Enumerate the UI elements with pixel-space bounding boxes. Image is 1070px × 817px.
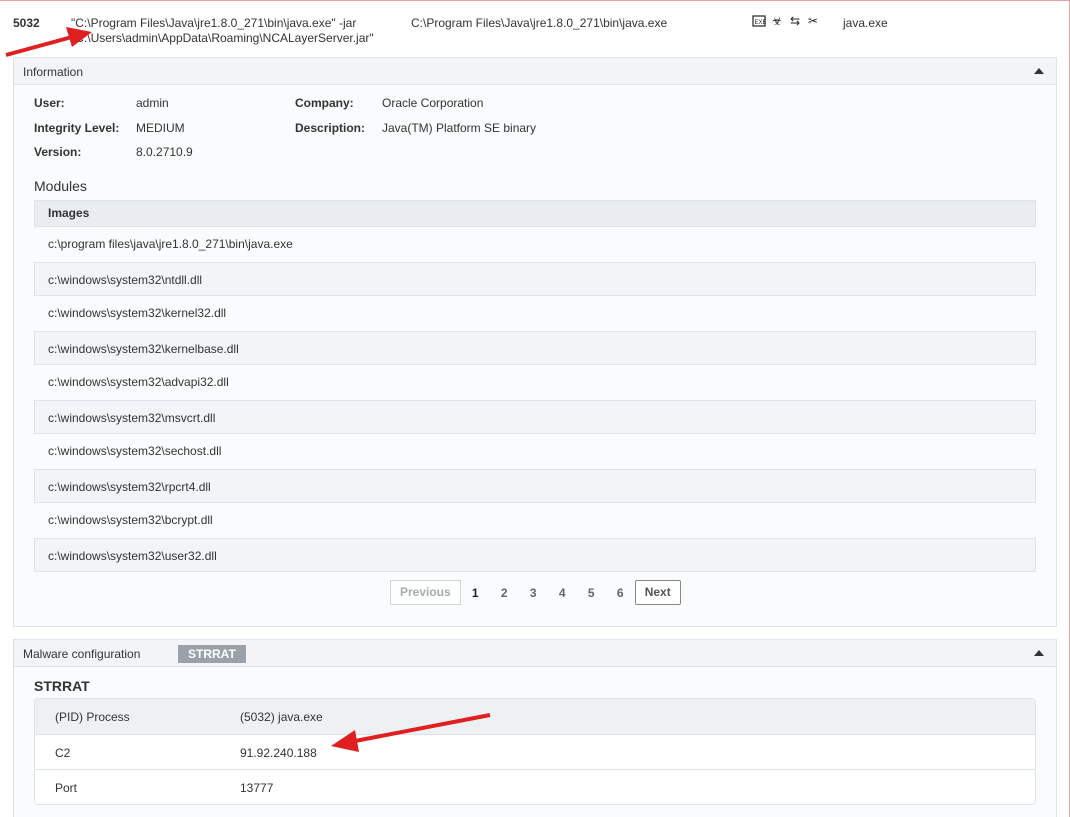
page-4-link[interactable]: 4 [548,586,577,600]
process-row[interactable]: 5032 "C:\Program Files\Java\jre1.8.0_271… [0,0,1070,58]
page-3-link[interactable]: 3 [519,586,548,600]
user-value: admin [136,96,169,110]
page-5-link[interactable]: 5 [577,586,606,600]
malware-config-table: (PID) Process (5032) java.exe C2 91.92.2… [34,698,1036,805]
next-button[interactable]: Next [634,580,681,605]
module-row: c:\windows\system32\msvcrt.dll [34,399,1036,434]
information-title: Information [23,65,84,79]
module-row: c:\windows\system32\bcrypt.dll [48,513,213,527]
malware-family-title: STRRAT [34,678,90,694]
version-label: Version: [34,145,82,159]
command-line-1: "C:\Program Files\Java\jre1.8.0_271\bin\… [71,16,357,30]
description-label: Description: [295,121,366,135]
config-row: C2 91.92.240.188 [35,734,1035,769]
module-row: c:\windows\system32\kernelbase.dll [34,330,1036,365]
process-path: C:\Program Files\Java\jre1.8.0_271\bin\j… [411,16,668,30]
user-label: User: [34,96,65,110]
process-pid: 5032 [13,16,40,30]
command-line-2: "C:\Users\admin\AppData\Roaming\NCALayer… [71,31,374,45]
modules-table: Images c:\program files\java\jre1.8.0_27… [34,200,1036,572]
module-row: c:\windows\system32\kernel32.dll [48,306,227,320]
config-value: 13777 [240,781,274,795]
version-value: 8.0.2710.9 [136,145,193,159]
config-key: Port [55,781,78,795]
malware-config-panel: Malware configuration STRRAT STRRAT (PID… [13,639,1057,817]
page-6-link[interactable]: 6 [606,586,635,600]
module-row: c:\windows\system32\sechost.dll [48,444,222,458]
module-row: c:\program files\java\jre1.8.0_271\bin\j… [48,237,293,251]
network-arrows-icon: ⇆ [789,14,801,28]
exe-icon: EXE [752,14,767,28]
module-row: c:\windows\system32\rpcrt4.dll [34,468,1036,503]
collapse-caret-icon[interactable] [1034,68,1044,74]
description-value: Java(TM) Platform SE binary [382,121,537,135]
modules-title: Modules [34,178,87,194]
integrity-label: Integrity Level: [34,121,120,135]
config-key: C2 [55,746,71,760]
config-value: (5032) java.exe [240,710,323,724]
previous-button[interactable]: Previous [390,580,461,605]
company-value: Oracle Corporation [382,96,484,110]
modules-header: Images [34,200,1036,227]
collapse-caret-icon[interactable] [1034,650,1044,656]
malware-config-header[interactable]: Malware configuration STRRAT [14,640,1056,667]
config-key: (PID) Process [55,710,130,724]
config-row: Port 13777 [35,769,1035,804]
tools-icon: ✂ [807,14,819,28]
config-row: (PID) Process (5032) java.exe [35,699,1035,734]
svg-text:EXE: EXE [755,20,767,26]
page-1-link[interactable]: 1 [461,586,490,600]
module-row: c:\windows\system32\advapi32.dll [48,375,229,389]
page-2-link[interactable]: 2 [490,586,519,600]
module-row: c:\windows\system32\ntdll.dll [34,261,1036,296]
config-value: 91.92.240.188 [240,746,317,760]
integrity-value: MEDIUM [136,121,185,135]
company-label: Company: [295,96,354,110]
pagination: Previous 1 2 3 4 5 6 Next [390,580,681,605]
information-header[interactable]: Information [14,58,1056,85]
module-row: c:\windows\system32\user32.dll [34,537,1036,572]
biohazard-icon: ☣ [771,14,783,28]
malware-config-title: Malware configuration [23,647,141,661]
process-name: java.exe [843,16,888,30]
process-icons: EXE ☣ ⇆ ✂ [752,14,820,28]
malware-family-badge: STRRAT [178,645,246,663]
information-panel: Information User: admin Integrity Level:… [13,57,1057,627]
